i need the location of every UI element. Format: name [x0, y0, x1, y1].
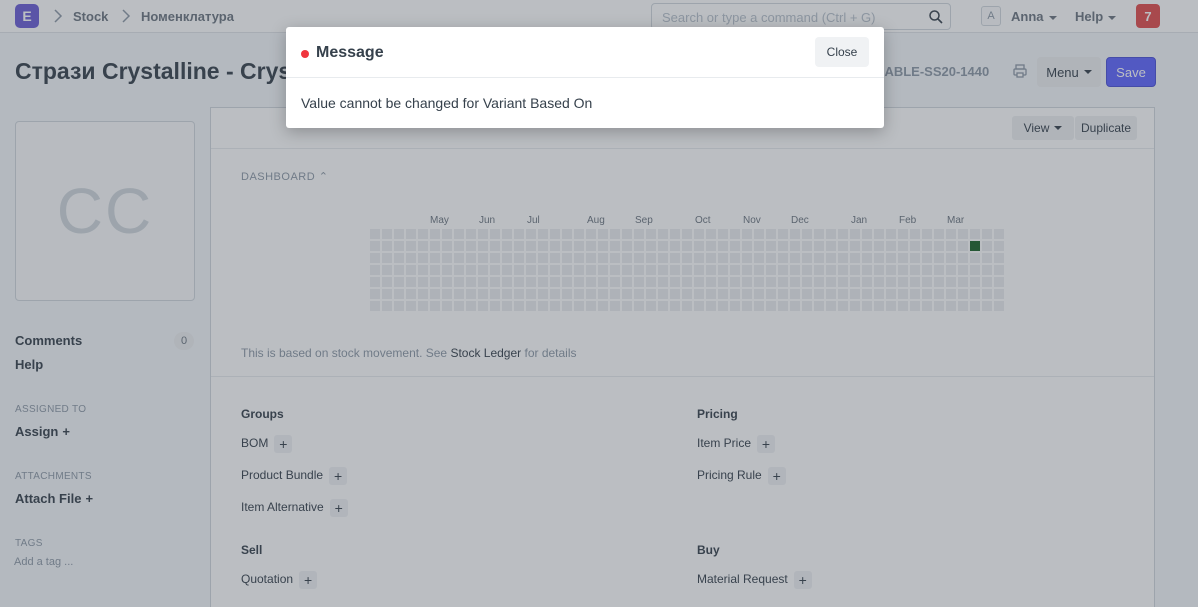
dialog-title: Message	[316, 44, 384, 61]
indicator-dot-icon	[301, 50, 309, 58]
divider	[286, 77, 884, 78]
close-button[interactable]: Close	[815, 37, 869, 67]
message-dialog: Message Close Value cannot be changed fo…	[286, 27, 884, 128]
dialog-message: Value cannot be changed for Variant Base…	[301, 95, 593, 111]
